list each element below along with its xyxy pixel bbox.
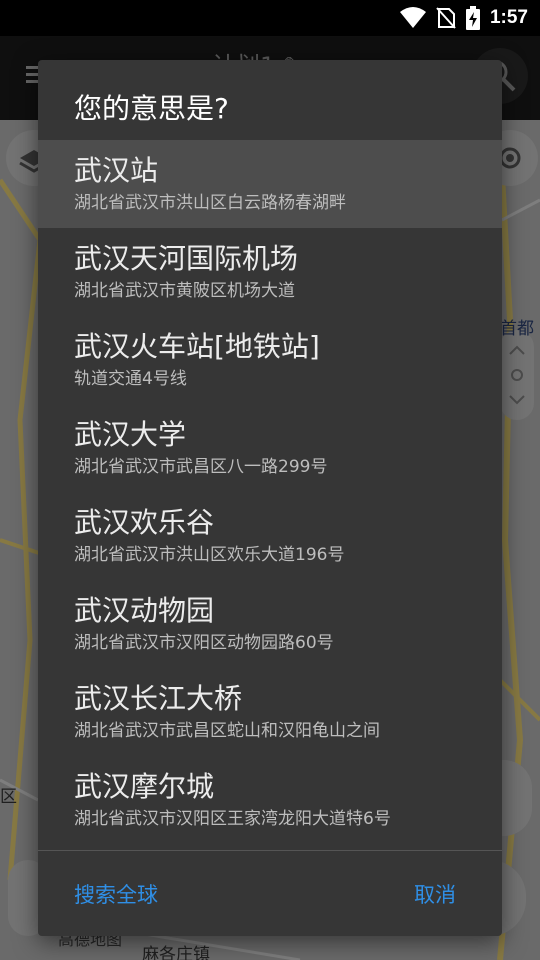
list-item[interactable]: 武汉欢乐谷 湖北省武汉市洪山区欢乐大道196号 xyxy=(38,492,502,580)
item-name: 武汉站 xyxy=(74,154,159,187)
item-name: 武汉天河国际机场 xyxy=(74,242,299,275)
list-item[interactable]: 武汉动物园 湖北省武汉市汉阳区动物园路60号 xyxy=(38,580,502,668)
status-icons: 1:57 xyxy=(399,0,528,36)
suggestion-list: 武汉站 湖北省武汉市洪山区白云路杨春湖畔 武汉天河国际机场 湖北省武汉市黄陂区机… xyxy=(38,140,502,844)
item-name: 武汉火车站[地铁站] xyxy=(74,330,320,363)
wifi-icon xyxy=(399,7,426,28)
list-item[interactable]: 武汉站 湖北省武汉市洪山区白云路杨春湖畔 xyxy=(38,140,502,228)
item-address: 湖北省武汉市武昌区蛇山和汉阳龟山之间 xyxy=(74,721,380,741)
item-name: 武汉摩尔城 xyxy=(74,770,215,803)
list-item[interactable]: 武汉长江大桥 湖北省武汉市武昌区蛇山和汉阳龟山之间 xyxy=(38,668,502,756)
search-global-button[interactable]: 搜索全球 xyxy=(74,880,158,910)
item-address: 湖北省武汉市汉阳区王家湾龙阳大道特6号 xyxy=(74,809,391,829)
item-address: 湖北省武汉市洪山区白云路杨春湖畔 xyxy=(74,193,346,213)
no-sim-icon xyxy=(436,7,456,29)
item-name: 武汉大学 xyxy=(74,418,187,451)
battery-charging-icon xyxy=(465,6,480,30)
list-item[interactable]: 武汉摩尔城 湖北省武汉市汉阳区王家湾龙阳大道特6号 xyxy=(38,756,502,844)
item-address: 轨道交通4号线 xyxy=(74,369,187,389)
item-address: 湖北省武汉市汉阳区动物园路60号 xyxy=(74,633,334,653)
screen: 1:57 计划1 ✎ xyxy=(0,0,540,960)
dialog-divider xyxy=(38,850,502,851)
item-name: 武汉欢乐谷 xyxy=(74,506,215,539)
suggestion-dialog: 您的意思是? 武汉站 湖北省武汉市洪山区白云路杨春湖畔 武汉天河国际机场 湖北省… xyxy=(38,60,502,936)
list-item[interactable]: 武汉天河国际机场 湖北省武汉市黄陂区机场大道 xyxy=(38,228,502,316)
cancel-button[interactable]: 取消 xyxy=(414,880,456,910)
item-address: 湖北省武汉市武昌区八一路299号 xyxy=(74,457,328,477)
item-name: 武汉动物园 xyxy=(74,594,215,627)
dialog-title: 您的意思是? xyxy=(74,92,229,125)
item-name: 武汉长江大桥 xyxy=(74,682,243,715)
item-address: 湖北省武汉市洪山区欢乐大道196号 xyxy=(74,545,345,565)
list-item[interactable]: 武汉大学 湖北省武汉市武昌区八一路299号 xyxy=(38,404,502,492)
status-bar: 1:57 xyxy=(0,0,540,36)
item-address: 湖北省武汉市黄陂区机场大道 xyxy=(74,281,295,301)
status-time: 1:57 xyxy=(489,7,528,28)
list-item[interactable]: 武汉火车站[地铁站] 轨道交通4号线 xyxy=(38,316,502,404)
